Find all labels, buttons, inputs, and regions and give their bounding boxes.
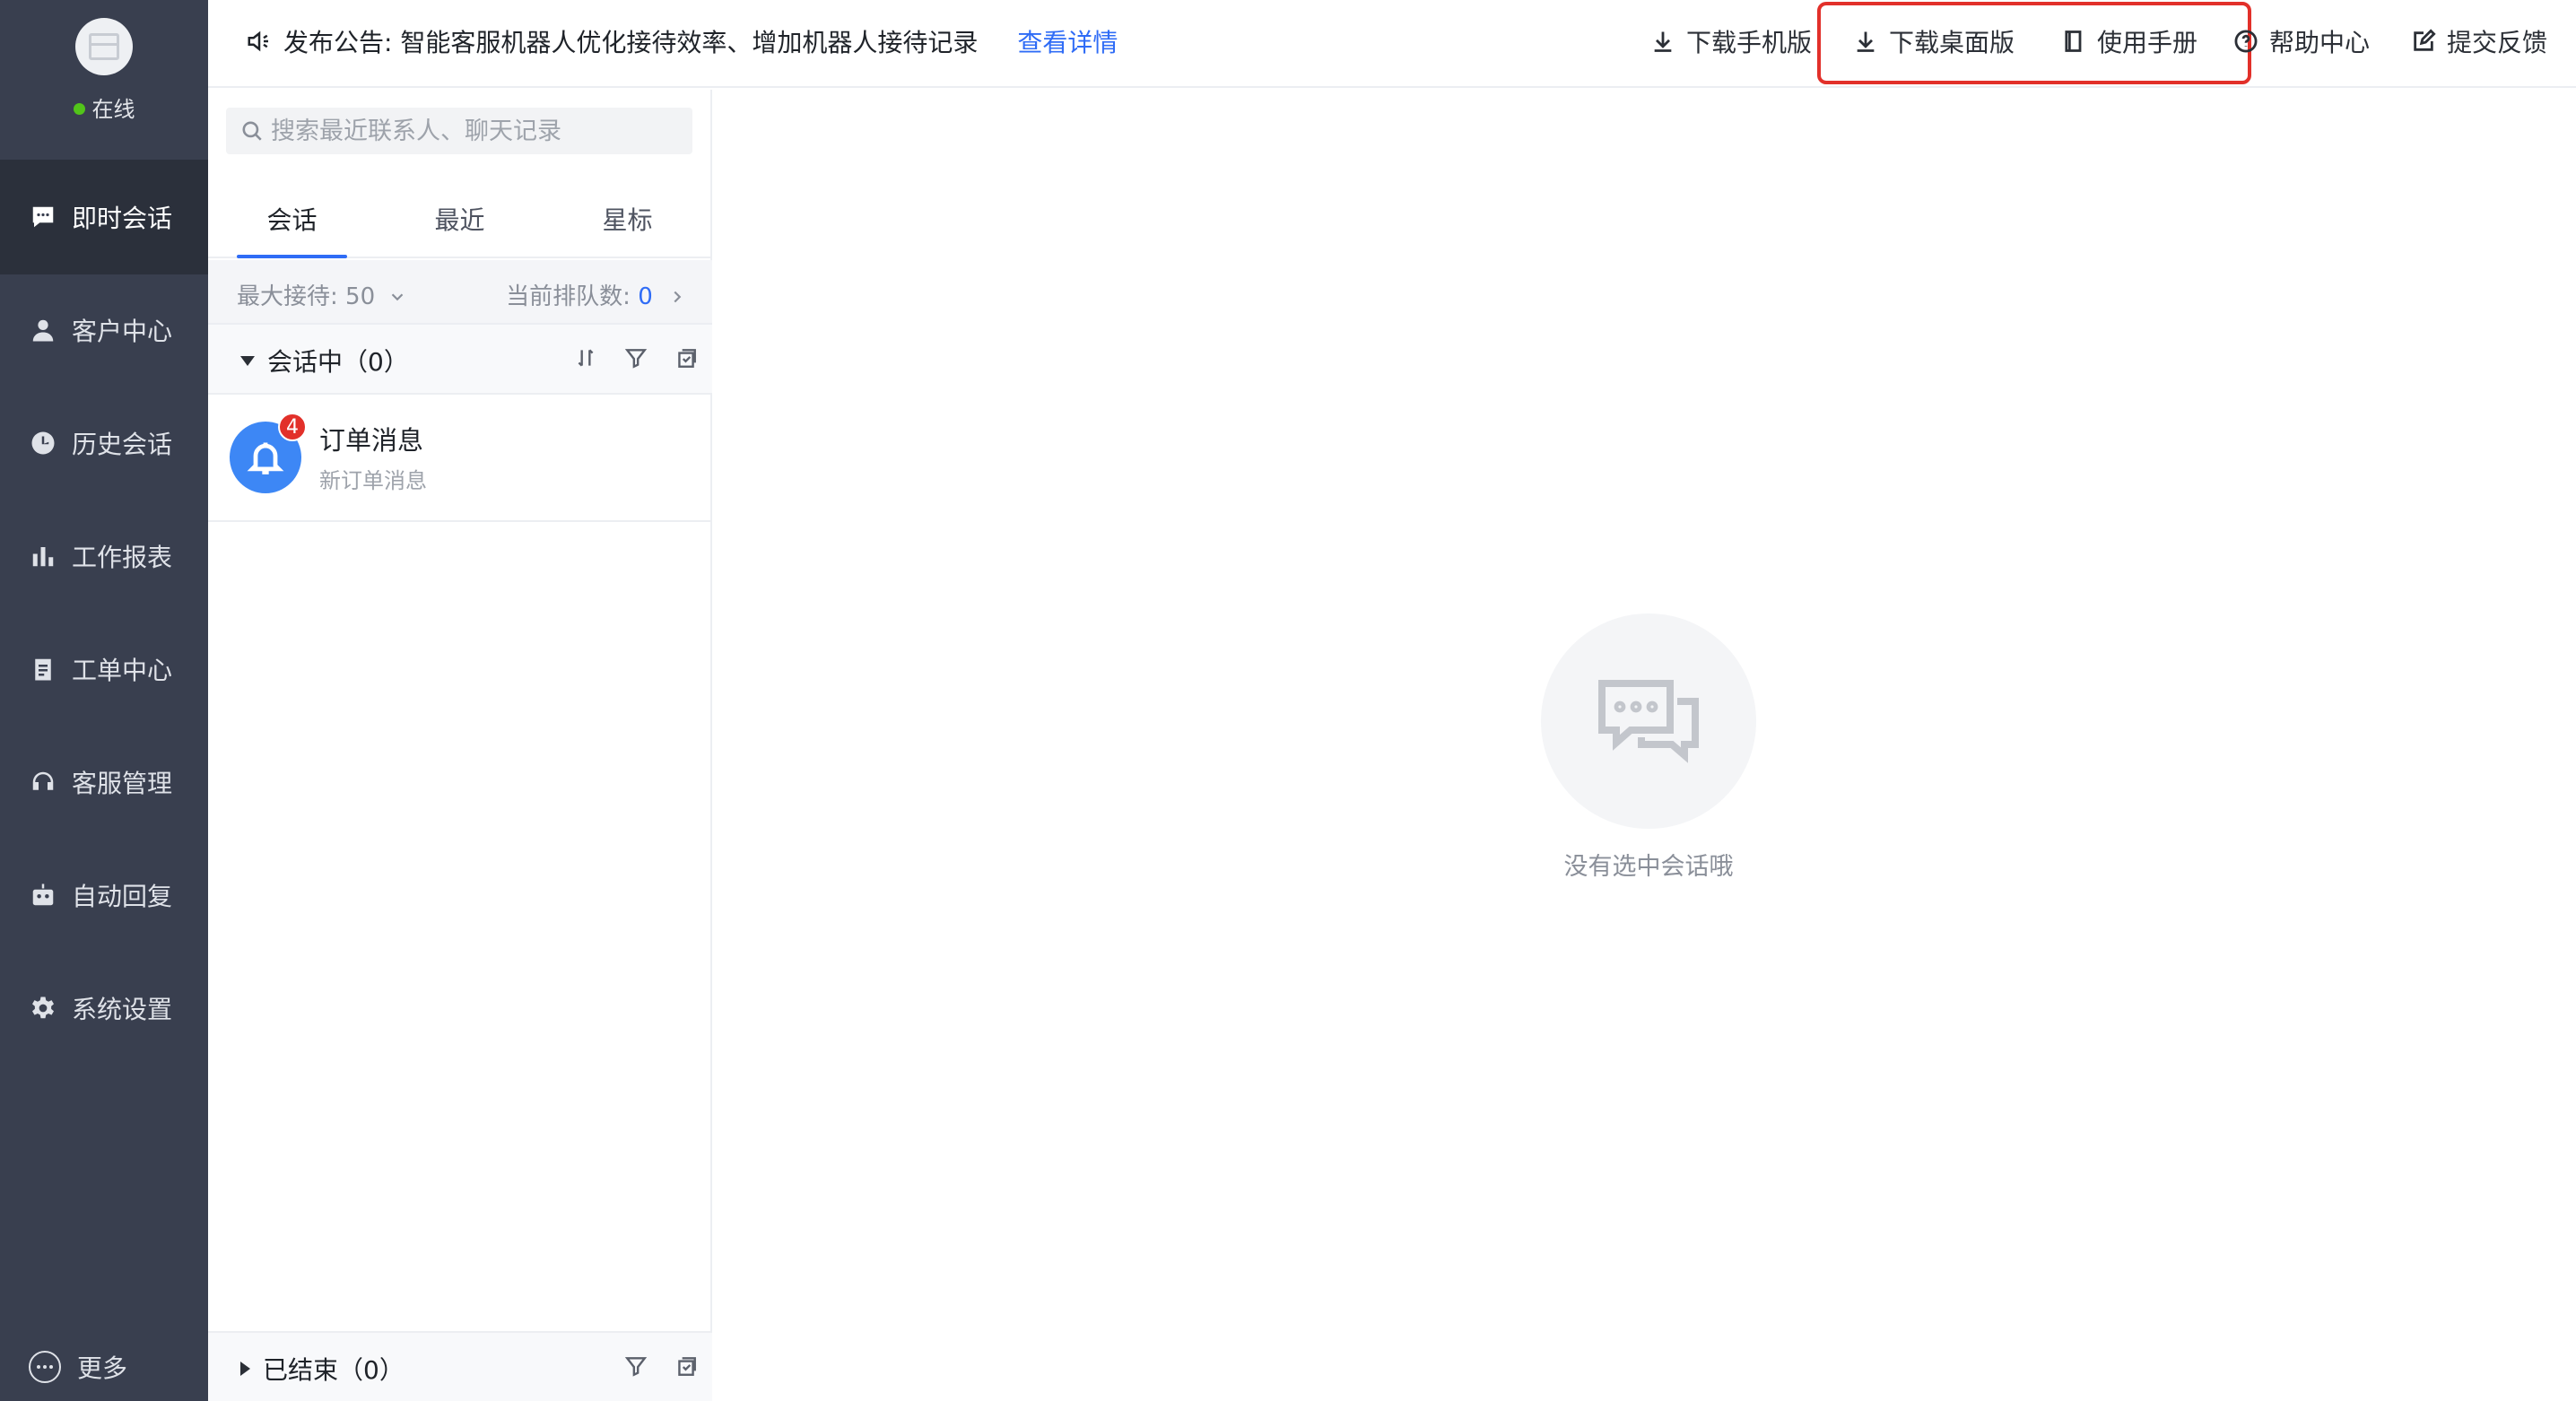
headset-icon	[29, 768, 57, 796]
tab-sessions[interactable]: 会话	[208, 176, 376, 258]
ended-label: 已结束（0）	[263, 1355, 405, 1385]
max-reception-dropdown[interactable]: 最大接待: 50	[237, 278, 407, 311]
nav-item-settings[interactable]: 系统设置	[0, 951, 208, 1066]
queue-label: 当前排队数:	[506, 283, 639, 310]
store-icon	[89, 33, 119, 60]
download-mobile-link[interactable]: 下载手机版	[1650, 23, 1812, 59]
bar-chart-icon	[29, 542, 57, 570]
search-icon	[242, 121, 262, 141]
nav-item-customer-center[interactable]: 客户中心	[0, 273, 208, 387]
manual-link[interactable]: 使用手册	[2061, 23, 2197, 59]
nav-label: 系统设置	[72, 995, 173, 1024]
nav-item-tickets[interactable]: 工单中心	[0, 612, 208, 727]
conversation-name: 订单消息	[319, 425, 424, 456]
max-reception-label: 最大接待: 50	[237, 283, 376, 310]
in-session-label: 会话中（0）	[267, 347, 409, 377]
speaker-icon	[248, 30, 268, 52]
caret-down-icon	[240, 355, 255, 366]
clock-icon	[29, 429, 57, 457]
caret-right-icon	[240, 1362, 250, 1376]
view-details-link[interactable]: 查看详情	[1017, 23, 1118, 59]
more-dots-icon	[29, 1351, 61, 1383]
feedback-link[interactable]: 提交反馈	[2411, 23, 2547, 59]
section-tools	[549, 344, 700, 371]
conversation-panel: 会话 最近 星标 最大接待: 50 当前排队数: 0 会话中（0） 4 订单消息…	[208, 90, 712, 1401]
section-tools	[599, 1353, 700, 1379]
nav-label: 客户中心	[72, 317, 173, 346]
search-box[interactable]	[226, 108, 692, 154]
feedback-label: 提交反馈	[2447, 28, 2548, 57]
tab-recent[interactable]: 最近	[376, 176, 544, 257]
batch-select-icon[interactable]	[673, 344, 700, 371]
conversation-preview: 新订单消息	[319, 468, 427, 493]
nav-label: 客服管理	[72, 769, 173, 798]
queue-count-link[interactable]: 当前排队数: 0	[506, 278, 687, 311]
chat-empty-icon	[1598, 680, 1699, 763]
nav-item-auto-reply[interactable]: 自动回复	[0, 838, 208, 953]
robot-icon	[29, 881, 57, 909]
unread-badge: 4	[278, 413, 307, 441]
nav-label: 工单中心	[72, 656, 173, 685]
help-center-link[interactable]: 帮助中心	[2233, 23, 2370, 59]
sort-icon[interactable]	[572, 344, 599, 371]
nav-item-agent-management[interactable]: 客服管理	[0, 725, 208, 840]
ended-toggle[interactable]: 已结束（0）	[240, 1351, 405, 1387]
left-nav: 在线 即时会话 客户中心 历史会话 工作报表 工单中心 客服管理 自动回复 系统…	[0, 0, 208, 1401]
filter-icon[interactable]	[622, 1353, 649, 1379]
manual-label: 使用手册	[2097, 28, 2198, 57]
status-dot-icon	[73, 103, 85, 115]
book-icon	[2065, 30, 2082, 52]
list-item[interactable]: 4 订单消息 新订单消息	[208, 395, 712, 522]
tab-starred[interactable]: 星标	[544, 176, 711, 257]
conversation-tabs: 会话 最近 星标	[208, 176, 712, 258]
download-mobile-label: 下载手机版	[1686, 28, 1813, 57]
nav-label: 自动回复	[72, 882, 173, 911]
top-bar: 发布公告: 智能客服机器人优化接待效率、增加机器人接待记录 查看详情 下载手机版…	[208, 0, 2576, 88]
nav-item-instant-chat[interactable]: 即时会话	[0, 160, 208, 274]
queue-bar: 最大接待: 50 当前排队数: 0	[208, 260, 712, 325]
help-center-label: 帮助中心	[2269, 28, 2371, 57]
empty-state-illustration	[1541, 613, 1756, 829]
clipboard-icon	[29, 655, 57, 683]
help-icon	[2234, 30, 2258, 53]
nav-item-reports[interactable]: 工作报表	[0, 499, 208, 613]
in-session-section-header: 会话中（0）	[208, 325, 712, 395]
batch-select-icon[interactable]	[673, 1353, 700, 1379]
status-label: 在线	[91, 97, 135, 122]
more-button[interactable]: 更多	[29, 1349, 127, 1385]
queue-count: 0	[638, 283, 653, 310]
chevron-down-icon	[392, 293, 404, 301]
more-label: 更多	[77, 1353, 128, 1383]
announcement-text: 发布公告: 智能客服机器人优化接待效率、增加机器人接待记录	[283, 28, 979, 57]
user-icon	[29, 316, 57, 344]
edit-icon	[2414, 29, 2436, 51]
nav-item-history[interactable]: 历史会话	[0, 386, 208, 500]
ended-section-header: 已结束（0）	[208, 1331, 712, 1401]
announcement: 发布公告: 智能客服机器人优化接待效率、增加机器人接待记录 查看详情	[246, 23, 1118, 59]
nav-label: 历史会话	[72, 430, 173, 459]
online-status[interactable]: 在线	[0, 91, 208, 123]
empty-state-text: 没有选中会话哦	[1563, 853, 1734, 881]
filter-icon[interactable]	[622, 344, 649, 371]
search-input[interactable]	[271, 117, 683, 145]
avatar[interactable]	[75, 18, 133, 75]
nav-label: 即时会话	[72, 204, 173, 233]
download-icon	[1654, 31, 1672, 52]
chat-bubble-icon	[29, 203, 57, 231]
gear-icon	[29, 994, 57, 1022]
nav-label: 工作报表	[72, 543, 173, 572]
in-session-toggle[interactable]: 会话中（0）	[240, 343, 409, 379]
chevron-right-icon	[674, 291, 682, 303]
